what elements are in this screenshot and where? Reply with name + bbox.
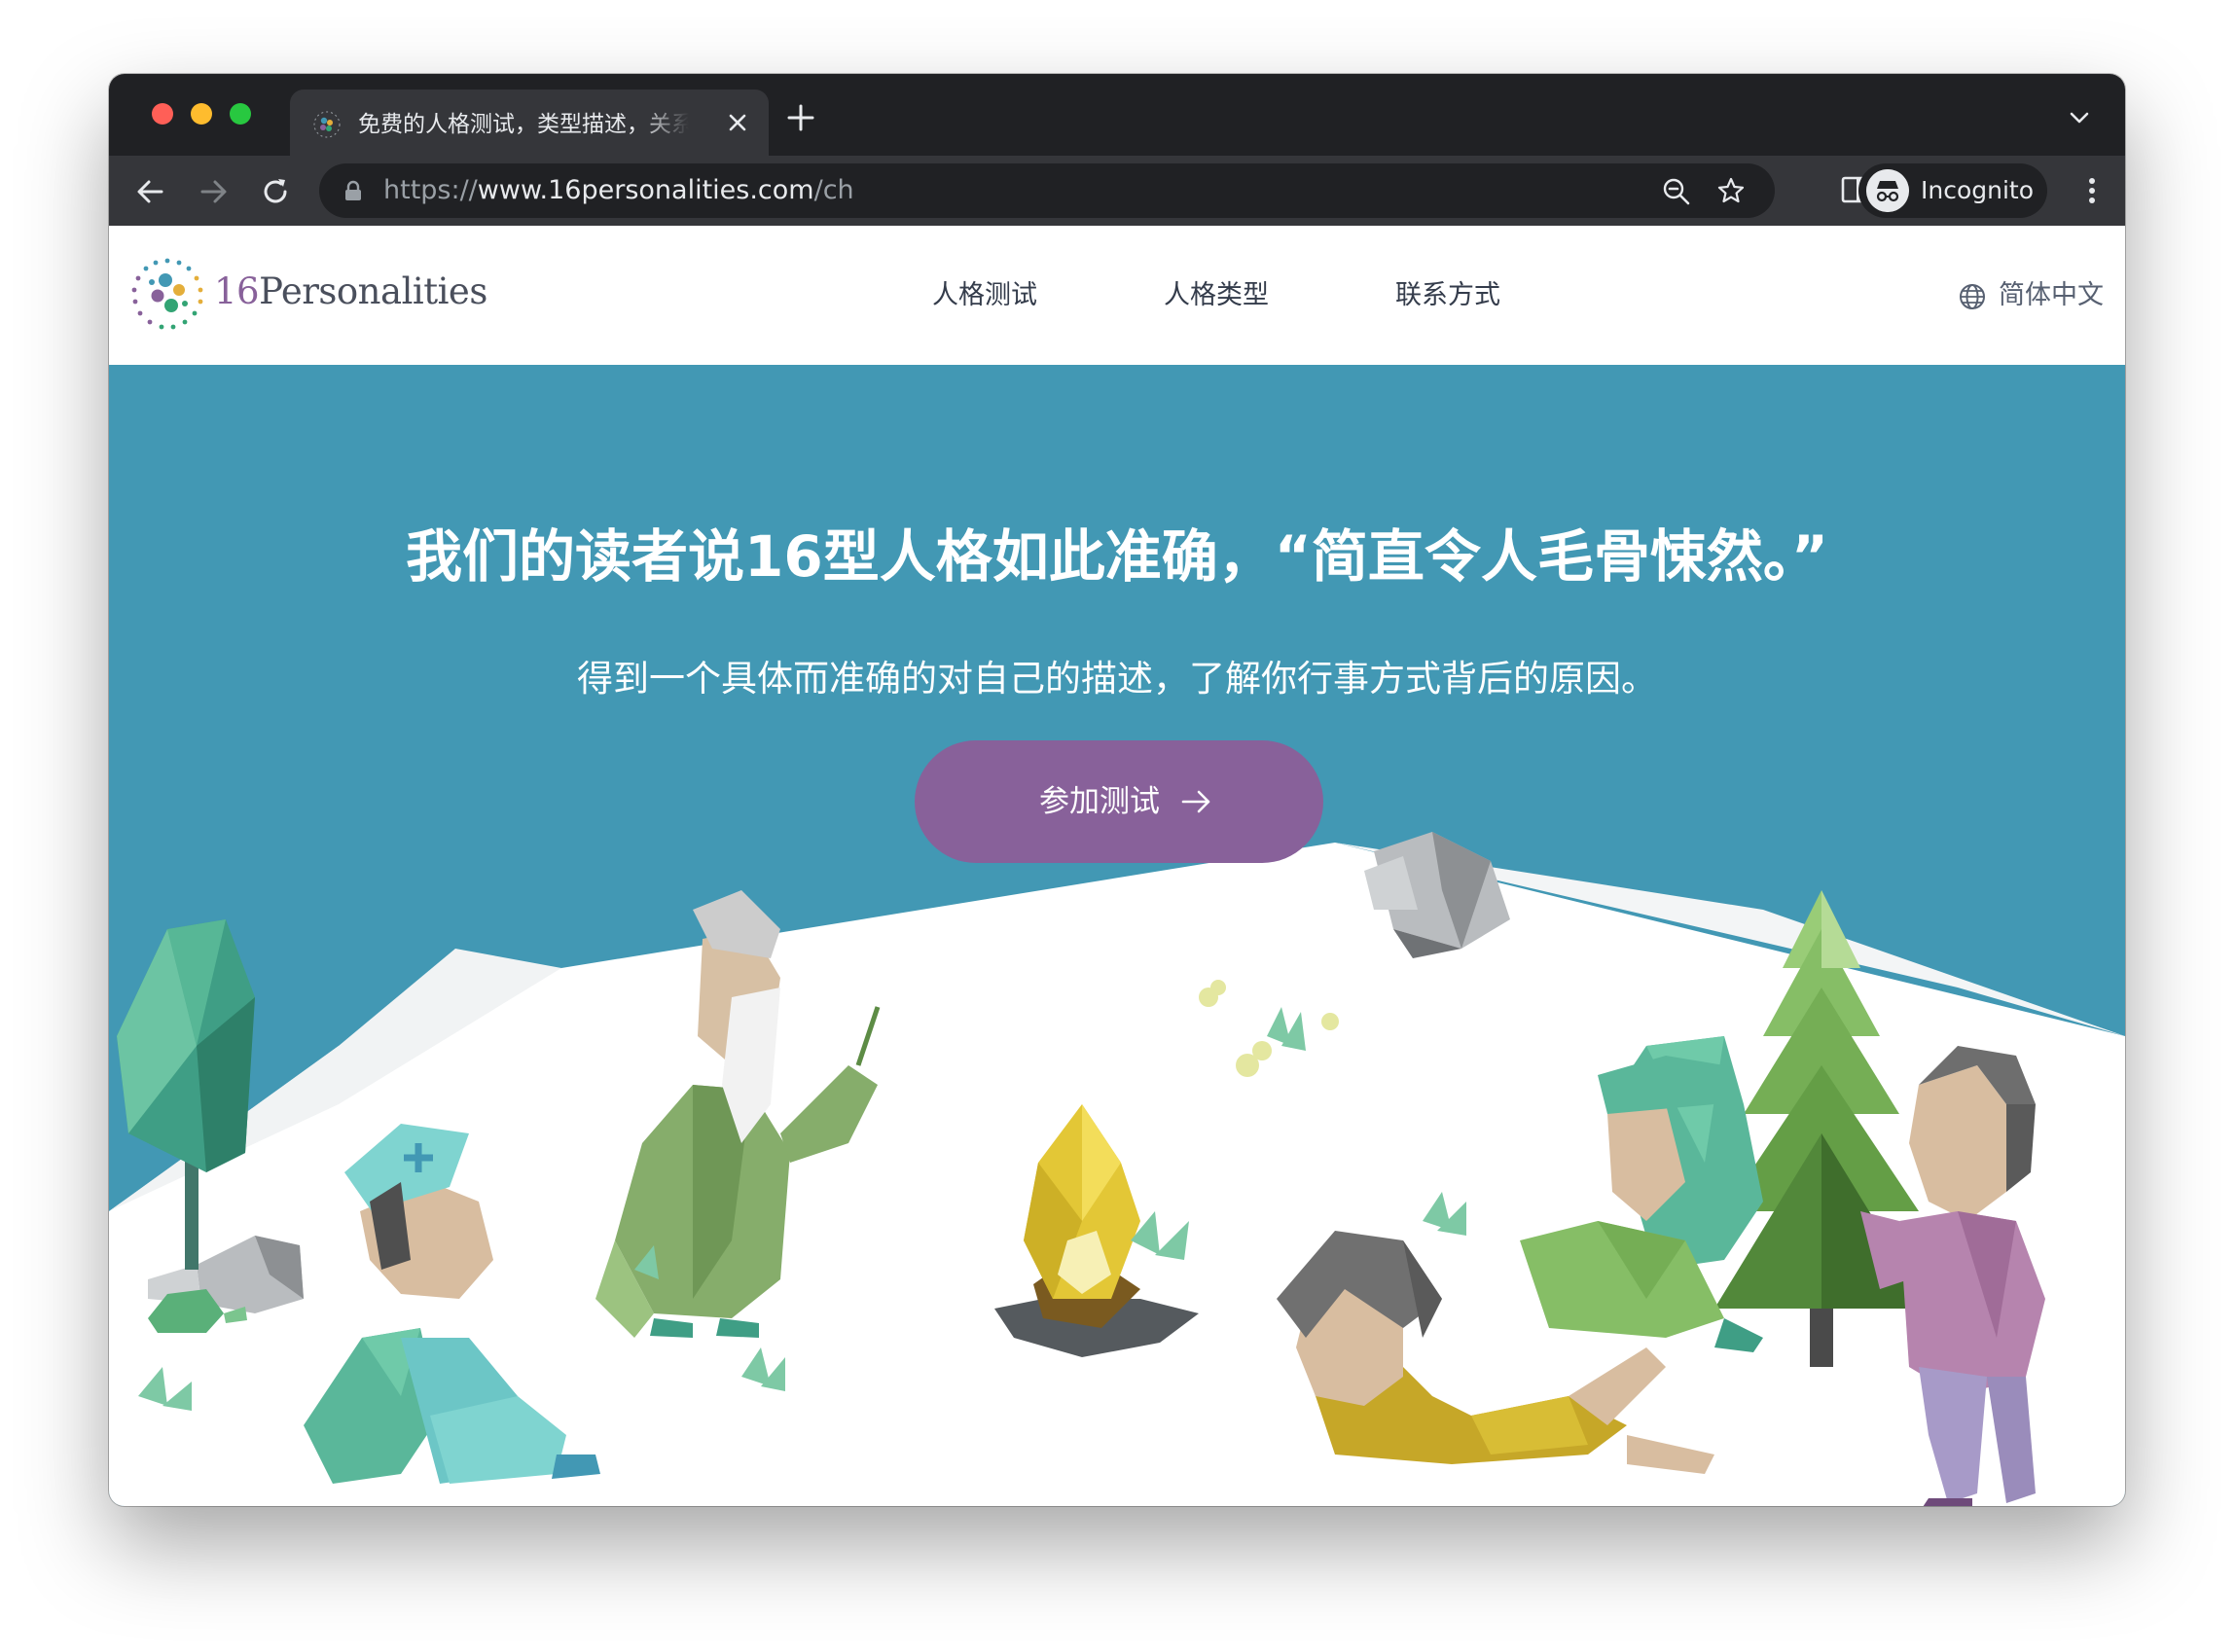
chevron-down-icon[interactable] xyxy=(2069,111,2090,125)
logo-wordmark[interactable]: 16Personalities xyxy=(214,267,487,317)
active-tab[interactable]: 免费的人格测试，类型描述，关系 xyxy=(290,90,769,156)
star-icon[interactable] xyxy=(1716,176,1746,205)
hero-section: 我们的读者说16型人格如此准确，“简直令人毛骨悚然。” 得到一个具体而准确的对自… xyxy=(109,365,2125,1506)
web-page: 16Personalities 人格测试 人格类型 联系方式 简体中文 我们的读… xyxy=(109,226,2125,1506)
zoom-icon[interactable] xyxy=(1662,177,1691,206)
url-host: www.16personalities.com xyxy=(477,175,814,205)
site-header: 16Personalities 人格测试 人格类型 联系方式 简体中文 xyxy=(109,226,2125,365)
maximize-window-button[interactable] xyxy=(230,103,251,125)
hero-subline: 得到一个具体而准确的对自己的描述，了解你行事方式背后的原因。 xyxy=(577,658,1657,700)
lock-icon[interactable] xyxy=(344,180,362,201)
minimize-window-button[interactable] xyxy=(191,103,212,125)
hero-headline: 我们的读者说16型人格如此准确，“简直令人毛骨悚然。” xyxy=(406,522,1828,590)
reload-icon[interactable] xyxy=(259,175,292,208)
tab-strip: 免费的人格测试，类型描述，关系 xyxy=(109,74,2125,156)
take-test-label: 参加测试 xyxy=(1039,784,1160,819)
language-label: 简体中文 xyxy=(1999,280,2104,310)
more-vert-icon[interactable] xyxy=(2082,173,2102,208)
forward-arrow-icon[interactable] xyxy=(197,175,230,208)
url-scheme: https:// xyxy=(383,175,478,205)
address-bar[interactable]: https://www.16personalities.com/ch xyxy=(319,163,1775,218)
incognito-label: Incognito xyxy=(1921,176,2035,204)
url-path: /ch xyxy=(813,175,854,205)
tab-title: 免费的人格测试，类型描述，关系 xyxy=(358,112,689,137)
back-arrow-icon[interactable] xyxy=(134,175,167,208)
close-icon[interactable] xyxy=(726,111,749,134)
browser-window: 免费的人格测试，类型描述，关系 https://www.16personalit… xyxy=(109,74,2125,1506)
nav-contact[interactable]: 联系方式 xyxy=(1395,276,1500,315)
logo-number: 16 xyxy=(214,270,260,312)
nav-personality-test[interactable]: 人格测试 xyxy=(932,276,1037,315)
plus-icon[interactable] xyxy=(786,103,815,132)
logo-word: Personalities xyxy=(259,270,487,312)
take-test-button[interactable]: 参加测试 xyxy=(915,740,1323,863)
incognito-profile-button[interactable]: Incognito xyxy=(1858,163,2047,218)
url-text[interactable]: https://www.16personalities.com/ch xyxy=(383,163,854,218)
nav-personality-types[interactable]: 人格类型 xyxy=(1164,276,1269,315)
incognito-icon xyxy=(1866,169,1909,212)
arrow-right-icon xyxy=(1181,790,1210,813)
logo-icon[interactable] xyxy=(130,257,204,331)
language-selector[interactable]: 简体中文 xyxy=(1960,276,2104,315)
browser-toolbar: https://www.16personalities.com/ch Incog… xyxy=(109,156,2125,226)
globe-icon xyxy=(1960,284,1985,309)
close-window-button[interactable] xyxy=(152,103,173,125)
favicon-icon xyxy=(313,111,341,138)
